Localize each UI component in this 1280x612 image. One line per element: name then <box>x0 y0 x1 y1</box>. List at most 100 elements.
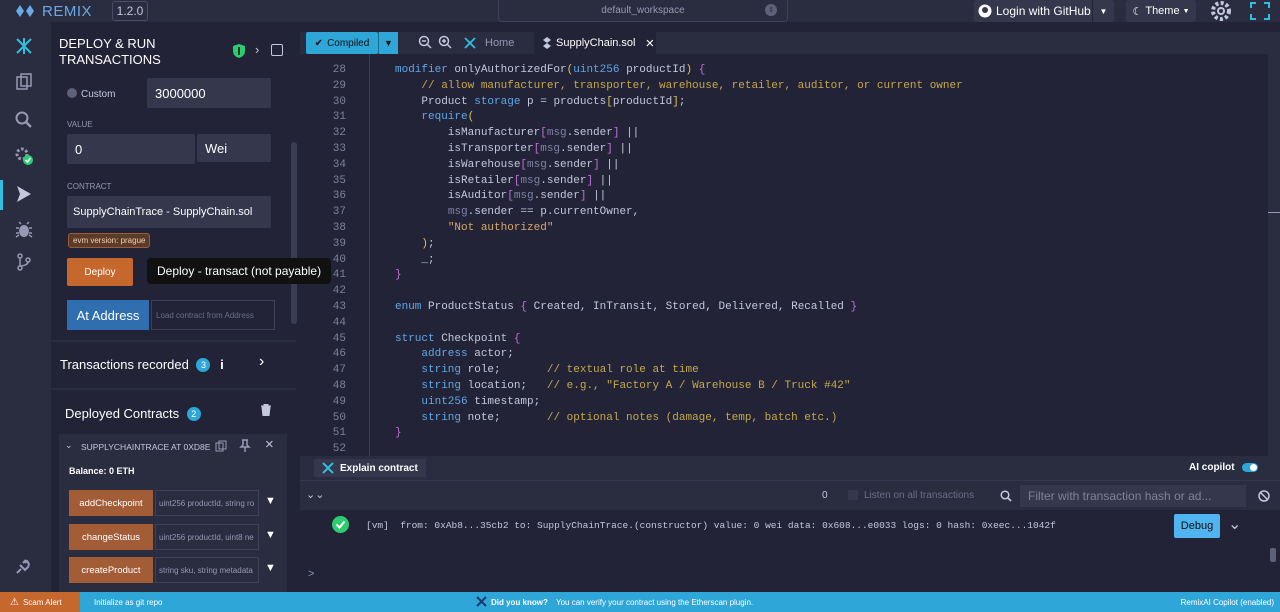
debugger-icon[interactable] <box>12 218 36 242</box>
version-badge: 1.2.0 <box>112 1 148 21</box>
line-number: 29 <box>332 79 346 92</box>
panel-scrollbar[interactable] <box>291 142 297 324</box>
copy-icon[interactable] <box>215 440 227 452</box>
terminal-prompt[interactable]: > <box>308 568 314 580</box>
explain-contract-button[interactable]: Explain contract <box>314 459 426 477</box>
debug-button[interactable]: Debug <box>1174 514 1220 538</box>
code-text: address actor; <box>421 348 514 361</box>
scam-alert-button[interactable]: ⚠ Scam Alert <box>0 592 80 612</box>
solidity-compiler-icon[interactable] <box>12 144 36 168</box>
function-params-input[interactable]: uint256 productId, uint8 ne <box>155 524 259 550</box>
chevron-down-icon[interactable]: ⌄ <box>65 440 73 451</box>
workspace-select[interactable]: default_workspace ⇕ <box>498 0 788 22</box>
login-github-button[interactable]: Login with GitHub ▼ <box>974 0 1114 22</box>
deploy-run-icon[interactable] <box>12 182 36 206</box>
solidity-file-icon <box>543 37 551 49</box>
line-number: 51 <box>332 427 346 440</box>
tab-supplychain-sol[interactable]: SupplyChain.sol × <box>534 32 656 54</box>
divider <box>51 340 296 342</box>
line-number: 36 <box>332 190 346 203</box>
at-address-button[interactable]: At Address <box>67 300 149 330</box>
listen-checkbox[interactable] <box>848 490 858 500</box>
value-input[interactable]: 0 <box>67 134 195 164</box>
deploy-tooltip: Deploy - transact (not payable) <box>147 258 331 284</box>
info-icon[interactable]: i <box>220 357 224 372</box>
ai-copilot-toggle[interactable] <box>1242 463 1258 472</box>
deploy-button[interactable]: Deploy <box>67 258 133 286</box>
editor-scrollbar[interactable] <box>1268 54 1280 456</box>
search-icon[interactable] <box>12 108 36 132</box>
function-params-input[interactable]: string sku, string metadata <box>155 557 259 583</box>
close-icon[interactable]: × <box>646 35 655 52</box>
compile-button[interactable]: ✔ Compiled <box>306 32 378 54</box>
close-icon[interactable]: × <box>265 436 274 453</box>
file-explorer-icon[interactable] <box>12 70 36 94</box>
pin-icon[interactable] <box>239 439 251 453</box>
line-number: 35 <box>332 174 346 187</box>
warning-icon: ⚠ <box>10 596 19 608</box>
code-text: isTransporter[msg.sender] || <box>395 143 633 155</box>
deployed-label: Deployed Contracts <box>65 406 180 421</box>
instance-balance: Balance: 0 ETH <box>69 466 135 476</box>
gear-icon[interactable] <box>1210 0 1232 22</box>
terminal-scrollbar[interactable] <box>1270 548 1276 562</box>
contract-select[interactable]: SupplyChainTrace - SupplyChain.sol <box>67 196 271 228</box>
remix-logo[interactable]: REMIX <box>14 0 92 22</box>
login-dropdown-icon[interactable]: ▼ <box>1092 0 1114 22</box>
git-init-label[interactable]: Initialize as git repo <box>94 598 162 607</box>
transaction-log-line[interactable]: [vm] from: 0xAb8...35cb2 to: SupplyChain… <box>366 520 1056 531</box>
remix-logo-icon <box>16 5 34 17</box>
search-icon <box>1000 490 1012 502</box>
value-unit-select[interactable]: Wei <box>197 134 271 162</box>
transactions-recorded[interactable]: Transactions recorded 3 i <box>60 357 224 372</box>
zoom-in-icon[interactable] <box>438 35 452 49</box>
compile-dropdown-icon[interactable]: ▼ <box>378 32 398 54</box>
copilot-status[interactable]: RemixAI Copilot (enabled) <box>1181 598 1274 607</box>
code-text: // allow manufacturer, transporter, ware… <box>421 79 963 92</box>
instance-name[interactable]: SUPPLYCHAINTRACE AT 0XD8E <box>81 442 210 452</box>
function-button-addcheckpoint[interactable]: addCheckpoint <box>69 490 153 516</box>
line-number: 50 <box>332 411 346 424</box>
dock-panel-icon[interactable] <box>271 44 283 56</box>
gas-limit-input[interactable]: 3000000 <box>147 78 271 108</box>
tab-home[interactable]: Home <box>464 32 514 54</box>
remix-home-icon[interactable] <box>12 34 36 58</box>
line-number: 46 <box>332 348 346 361</box>
code-text: isWarehouse[msg.sender] || <box>395 158 620 171</box>
chevron-down-icon[interactable]: ▼ <box>265 562 276 574</box>
terminal-filter-input[interactable]: Filter with transaction hash or ad... <box>1020 485 1246 507</box>
editor-tabs: ✔ Compiled ▼ Home SupplyChain.sol × <box>300 32 1280 54</box>
trash-icon[interactable] <box>261 404 271 416</box>
chevron-right-icon[interactable]: › <box>255 42 259 57</box>
tip-title: Did you know? <box>491 598 548 607</box>
app-name: REMIX <box>42 2 93 20</box>
fullscreen-icon[interactable] <box>1250 2 1270 20</box>
function-button-createproduct[interactable]: createProduct <box>69 557 153 583</box>
chevron-right-icon[interactable]: › <box>259 353 264 371</box>
success-check-icon <box>332 516 349 533</box>
clear-console-icon[interactable] <box>1258 490 1270 502</box>
chevron-down-icon[interactable]: ⌄ <box>1228 514 1241 534</box>
code-text: isRetailer[msg.sender] || <box>395 174 613 187</box>
function-params-input[interactable]: uint256 productId, string ro <box>155 490 259 516</box>
chevron-down-icon[interactable]: ▼ <box>265 495 276 507</box>
gas-custom-radio[interactable] <box>67 88 77 98</box>
code-text: string location; // e.g., "Factory A / W… <box>421 380 851 392</box>
theme-button[interactable]: ☾ Theme ▼ <box>1126 0 1196 22</box>
function-button-changestatus[interactable]: changeStatus <box>69 524 153 550</box>
tab-home-label: Home <box>485 37 515 49</box>
code-editor[interactable]: 28 modifier onlyAuthorizedFor(uint256 pro… <box>300 54 1280 456</box>
collapse-terminal-icon[interactable]: ⌄⌄ <box>306 488 324 501</box>
plugin-manager-icon[interactable] <box>12 554 36 578</box>
remix-home-icon <box>464 37 476 49</box>
value-label: VALUE <box>67 120 93 129</box>
pending-tx-count: 0 <box>822 490 828 501</box>
git-icon[interactable] <box>12 250 36 274</box>
zoom-out-icon[interactable] <box>418 35 432 49</box>
tip-text: You can verify your contract using the E… <box>556 598 754 607</box>
shield-icon[interactable] <box>233 44 245 58</box>
code-text: require( <box>421 111 475 124</box>
at-address-input[interactable]: Load contract from Address <box>151 300 275 330</box>
status-bar: ⚠ Scam Alert Initialize as git repo Did … <box>0 592 1280 612</box>
chevron-down-icon[interactable]: ▼ <box>265 529 276 541</box>
